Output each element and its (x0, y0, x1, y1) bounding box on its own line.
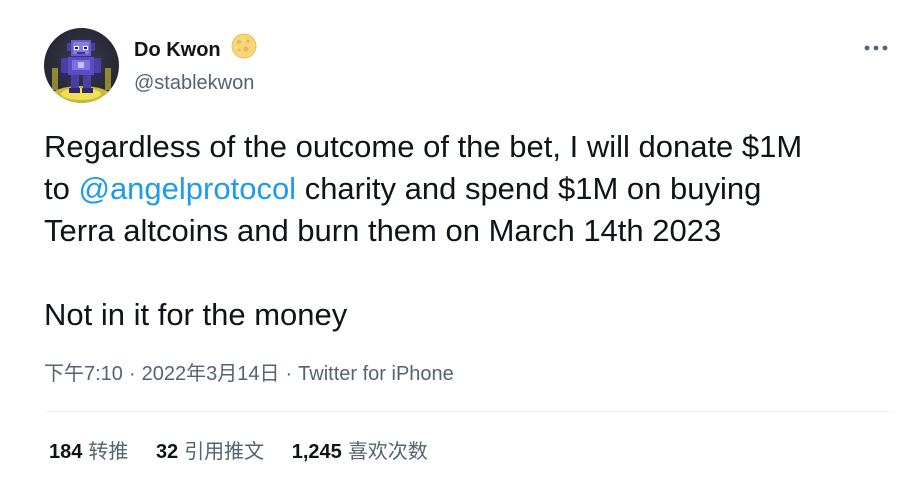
quotes-count: 32 (155, 441, 179, 463)
tweet-stats: 184 转推 32 引用推文 1,245 喜欢次数 (49, 438, 450, 466)
tweet-time[interactable]: 下午7:10 (44, 363, 123, 385)
meta-separator: · (128, 363, 136, 385)
user-handle[interactable]: @stablekwon (134, 70, 257, 96)
tweet-header: Do Kwon @stablekwon (44, 28, 894, 103)
retweets-count: 184 (49, 441, 83, 463)
likes-label: 喜欢次数 (347, 441, 428, 463)
tweet-line-2-suffix: charity and spend $1M on buying (296, 171, 762, 206)
tweet-line-2-prefix: to (44, 171, 79, 206)
likes-count: 1,245 (291, 441, 342, 463)
more-options-button[interactable] (862, 38, 890, 58)
display-name[interactable]: Do Kwon (134, 37, 221, 63)
tweet-line-3: Terra altcoins and burn them on March 14… (44, 213, 722, 248)
tweet-paragraph-2: Not in it for the money (44, 294, 904, 336)
tweet-line-4: Not in it for the money (44, 297, 348, 332)
pixel-robot-avatar-icon (51, 40, 111, 103)
divider (44, 411, 894, 412)
meta-separator: · (285, 363, 293, 385)
tweet-date[interactable]: 2022年3月14日 (142, 363, 280, 385)
tweet-metadata: 下午7:10 · 2022年3月14日 · Twitter for iPhone (44, 360, 454, 388)
moon-emoji-icon (231, 33, 257, 64)
retweets-stat[interactable]: 184 转推 (49, 438, 128, 466)
likes-stat[interactable]: 1,245 喜欢次数 (292, 438, 428, 466)
tweet-line-1: Regardless of the outcome of the bet, I … (44, 129, 803, 164)
retweets-label: 转推 (88, 441, 129, 463)
avatar[interactable] (44, 28, 119, 103)
tweet-text: Regardless of the outcome of the bet, I … (44, 126, 904, 336)
tweet-paragraph-1: Regardless of the outcome of the bet, I … (44, 126, 904, 252)
quotes-label: 引用推文 (184, 441, 265, 463)
quotes-stat[interactable]: 32 引用推文 (156, 438, 264, 466)
tweet-source-link[interactable]: Twitter for iPhone (298, 363, 454, 385)
more-horizontal-icon (864, 45, 888, 51)
mention-link[interactable]: @angelprotocol (78, 171, 296, 206)
author-info: Do Kwon @stablekwon (134, 33, 257, 96)
